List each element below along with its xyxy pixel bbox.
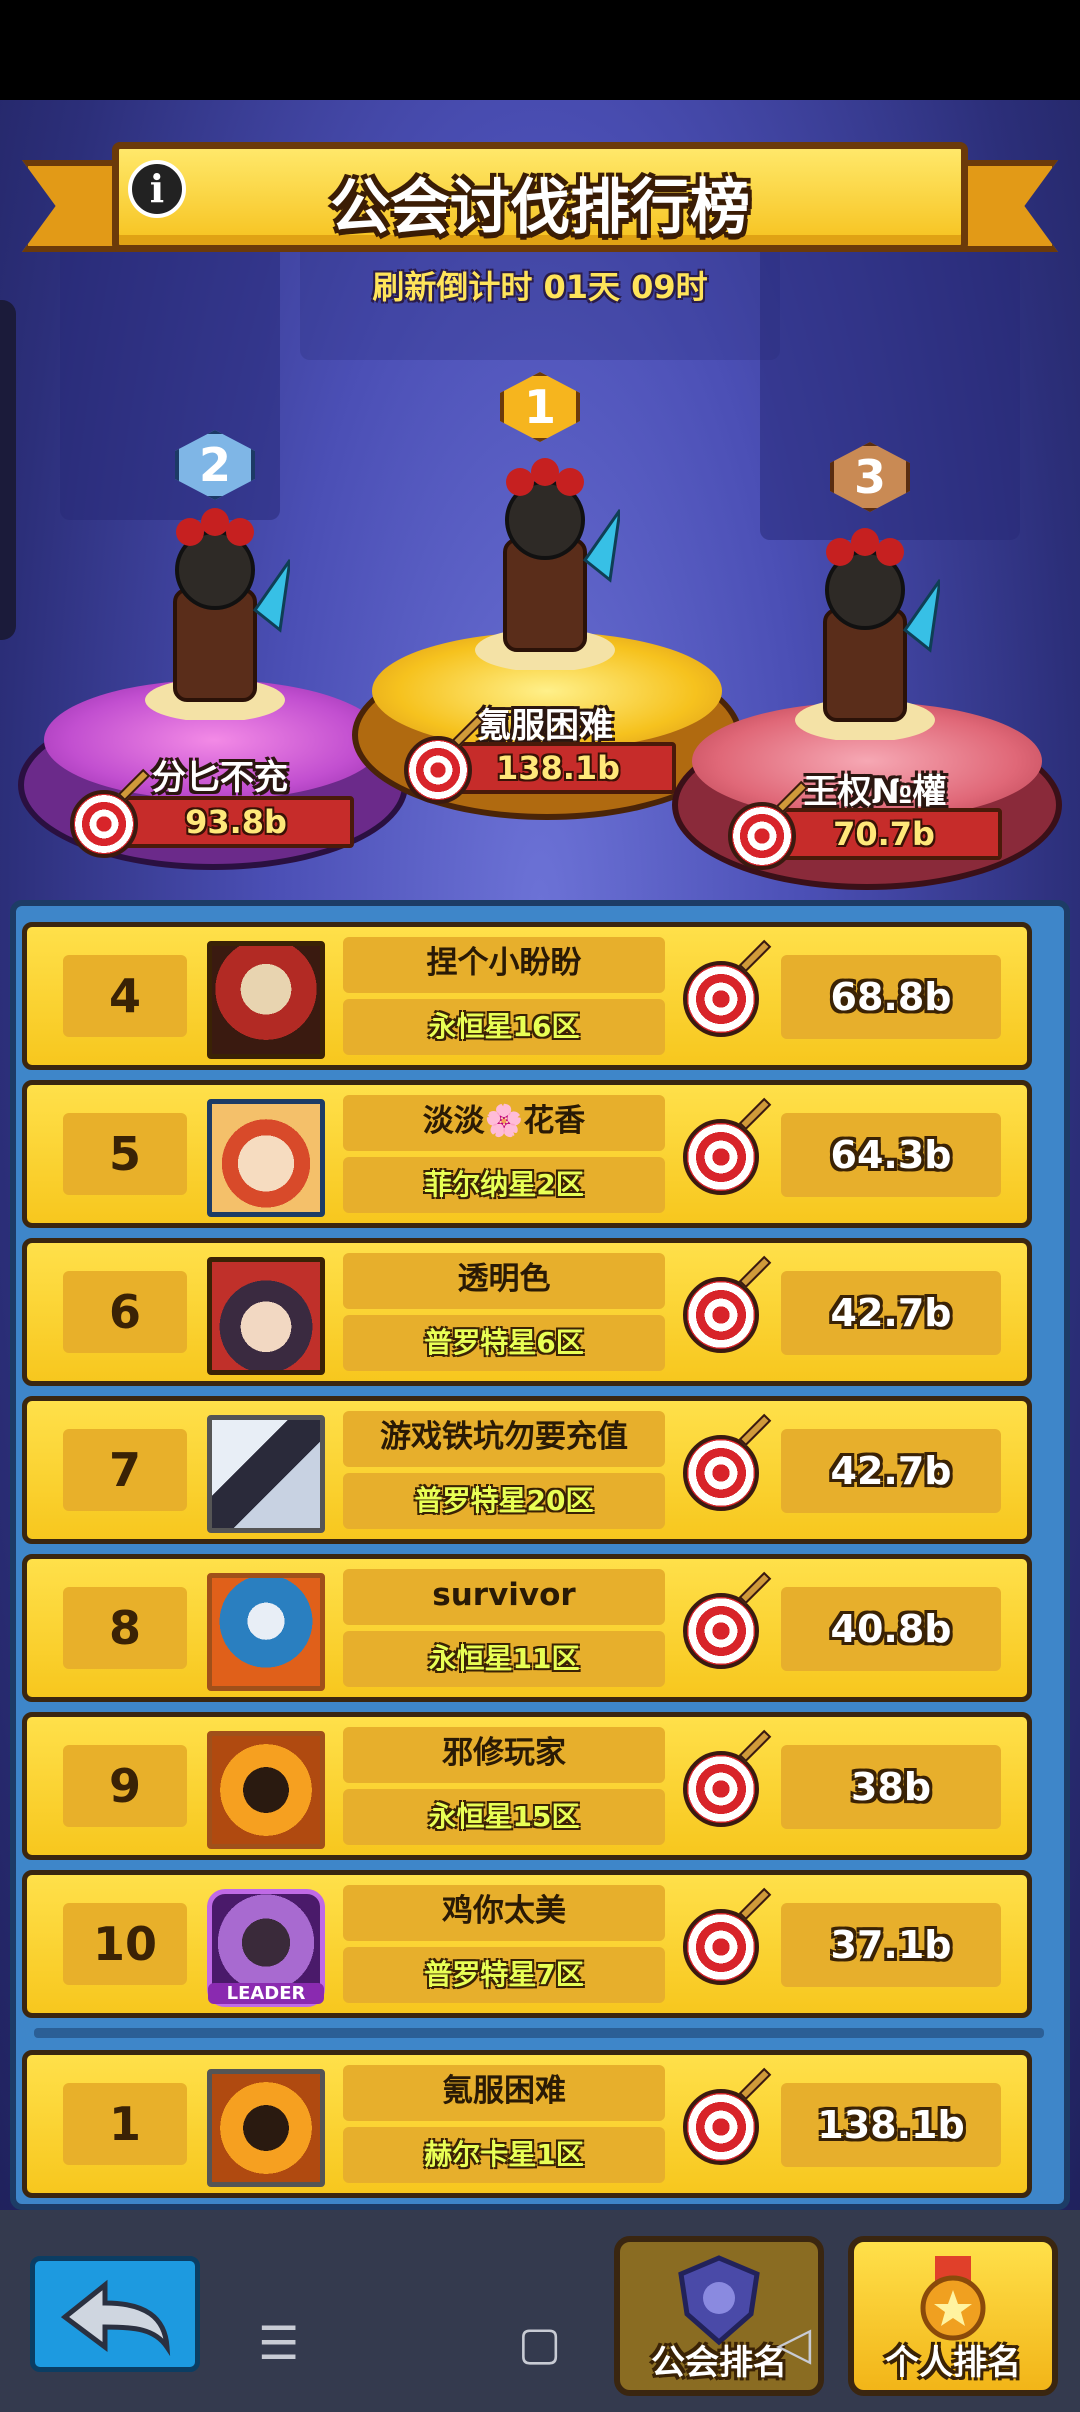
target-icon: [728, 780, 809, 870]
guild-avatar[interactable]: [207, 1731, 325, 1849]
target-icon: [683, 1413, 772, 1511]
ranking-row[interactable]: 9 邪修玩家 永恒星15区 38b: [22, 1712, 1032, 1860]
leader-badge: LEADER: [208, 1983, 324, 2004]
back-arrow-icon: [60, 2279, 171, 2357]
target-icon: [683, 1729, 772, 1827]
ranking-row[interactable]: 7 游戏铁坑勿要充值 普罗特星20区 42.7b: [22, 1396, 1032, 1544]
damage-score: 40.8b: [781, 1587, 1001, 1671]
rank-number: 7: [63, 1429, 187, 1511]
rank-number: 8: [63, 1587, 187, 1669]
podium-guild-score: 138.1b: [440, 742, 676, 794]
podium-guild-score: 70.7b: [766, 808, 1002, 860]
server-name: 普罗特星20区: [343, 1473, 665, 1529]
damage-score: 42.7b: [781, 1271, 1001, 1355]
info-icon[interactable]: i: [128, 160, 186, 218]
rank-number: 6: [63, 1271, 187, 1353]
damage-score: 42.7b: [781, 1429, 1001, 1513]
guild-avatar[interactable]: [207, 1573, 325, 1691]
page-title: 公会讨伐排行榜: [330, 173, 750, 243]
ranking-row[interactable]: 4 捏个小盼盼 永恒星16区 68.8b: [22, 922, 1032, 1070]
server-name: 普罗特星7区: [343, 1947, 665, 2003]
edge-handle[interactable]: [0, 300, 16, 640]
damage-score: 37.1b: [781, 1903, 1001, 1987]
target-icon: [70, 768, 151, 858]
rank-number: 1: [63, 2083, 187, 2165]
guild-avatar[interactable]: [207, 2069, 325, 2187]
server-name: 永恒星15区: [343, 1789, 665, 1845]
guild-avatar[interactable]: [207, 1099, 325, 1217]
ranking-row[interactable]: 10 LEADER 鸡你太美 普罗特星7区 37.1b: [22, 1870, 1032, 2018]
rank-number: 4: [63, 955, 187, 1037]
guild-name: 邪修玩家: [343, 1727, 665, 1783]
target-icon: [404, 714, 485, 804]
menu-nav-icon[interactable]: ☰: [258, 2316, 299, 2370]
guild-avatar[interactable]: [207, 941, 325, 1059]
guild-shield-icon: [671, 2252, 767, 2348]
target-icon: [683, 1571, 772, 1669]
back-nav-icon[interactable]: ◁: [776, 2316, 811, 2370]
server-name: 永恒星11区: [343, 1631, 665, 1687]
title-banner: 公会讨伐排行榜: [112, 142, 968, 252]
server-name: 菲尔纳星2区: [343, 1157, 665, 1213]
personal-ranking-tab[interactable]: 个人排名: [848, 2236, 1058, 2396]
guild-name: 游戏铁坑勿要充值: [343, 1411, 665, 1467]
my-guild-row[interactable]: 1 氪服困难 赫尔卡星1区 138.1b: [22, 2050, 1032, 2198]
server-name: 赫尔卡星1区: [343, 2127, 665, 2183]
rank-number: 10: [63, 1903, 187, 1985]
refresh-countdown: 刷新倒计时 01天 09时: [372, 268, 708, 306]
guild-avatar[interactable]: LEADER: [207, 1889, 325, 2007]
guild-name: survivor: [343, 1569, 665, 1625]
guild-avatar[interactable]: [207, 1257, 325, 1375]
rank-number: 5: [63, 1113, 187, 1195]
medal-icon: [905, 2252, 1001, 2348]
target-icon: [683, 1887, 772, 1985]
target-icon: [683, 2067, 772, 2165]
target-icon: [683, 939, 772, 1037]
list-divider: [34, 2028, 1044, 2038]
home-nav-icon[interactable]: ▢: [518, 2316, 561, 2370]
damage-score: 38b: [781, 1745, 1001, 1829]
guild-name: 淡淡🌸花香: [343, 1095, 665, 1151]
guild-mascot: [140, 500, 292, 722]
guild-name: 氪服困难: [343, 2065, 665, 2121]
guild-name: 鸡你太美: [343, 1885, 665, 1941]
personal-ranking-label: 个人排名: [885, 2343, 1021, 2383]
guild-name: 透明色: [343, 1253, 665, 1309]
guild-name: 捏个小盼盼: [343, 937, 665, 993]
podium-guild-score: 93.8b: [118, 796, 354, 848]
guild-mascot: [790, 520, 942, 742]
ranking-row[interactable]: 8 survivor 永恒星11区 40.8b: [22, 1554, 1032, 1702]
status-bar: [0, 0, 1080, 100]
damage-score: 64.3b: [781, 1113, 1001, 1197]
back-button[interactable]: [30, 2256, 200, 2372]
guild-mascot: [470, 450, 622, 672]
server-name: 普罗特星6区: [343, 1315, 665, 1371]
target-icon: [683, 1097, 772, 1195]
target-icon: [683, 1255, 772, 1353]
rank-number: 9: [63, 1745, 187, 1827]
damage-score: 68.8b: [781, 955, 1001, 1039]
damage-score: 138.1b: [781, 2083, 1001, 2167]
server-name: 永恒星16区: [343, 999, 665, 1055]
guild-avatar[interactable]: [207, 1415, 325, 1533]
ranking-row[interactable]: 5 淡淡🌸花香 菲尔纳星2区 64.3b: [22, 1080, 1032, 1228]
ranking-row[interactable]: 6 透明色 普罗特星6区 42.7b: [22, 1238, 1032, 1386]
